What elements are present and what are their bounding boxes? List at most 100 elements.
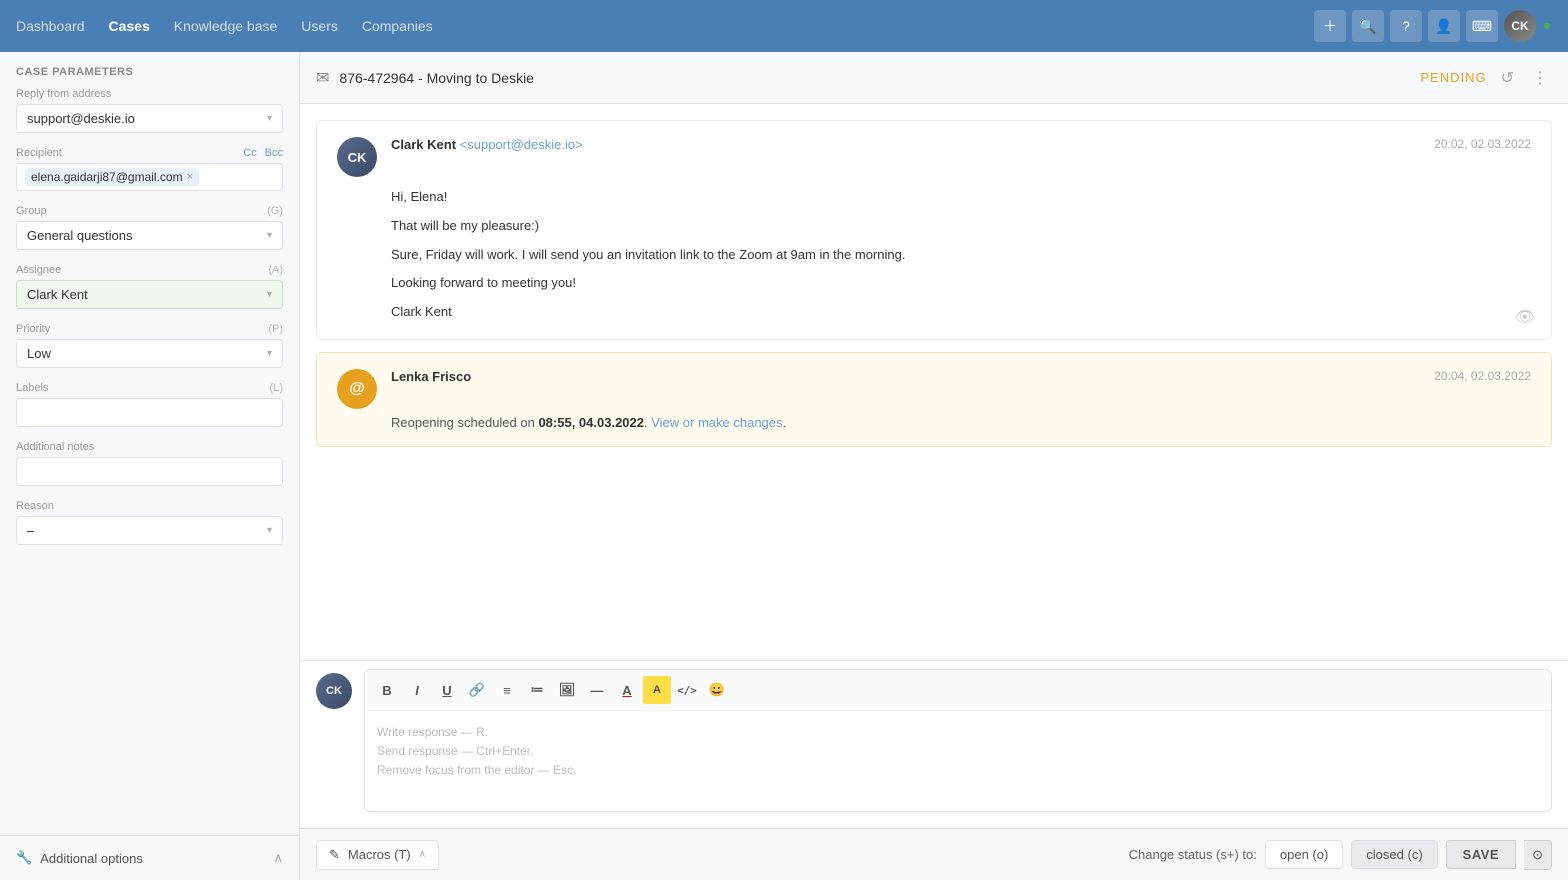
assignee-chevron: ▾	[267, 289, 272, 300]
editor-hint-3: Remove focus from the editor — Esc.	[377, 761, 1539, 780]
priority-label: Priority (P)	[16, 323, 283, 335]
case-detail-panel: ✉ 876-472964 - Moving to Deskie PENDING …	[300, 52, 1568, 880]
nav-users[interactable]: Users	[301, 14, 338, 38]
system-message-avatar: @	[337, 369, 377, 409]
open-status-button[interactable]: open (o)	[1265, 840, 1343, 869]
view-changes-link[interactable]: View or make changes	[651, 415, 782, 430]
email-icon: ✉	[316, 68, 329, 88]
editor-inner: B I U 🔗 ≡ ≔ 🖼 — A A </> 😀 Write	[364, 669, 1552, 812]
assignee-select[interactable]: Clark Kent ▾	[16, 280, 283, 309]
additional-notes-input[interactable]	[16, 457, 283, 486]
hr-button[interactable]: —	[583, 676, 611, 704]
bold-button[interactable]: B	[373, 676, 401, 704]
system-message-header: @ Lenka Frisco 20:04, 02.03.2022	[337, 369, 1531, 409]
nav-knowledge-base[interactable]: Knowledge base	[174, 14, 278, 38]
text-bg-button[interactable]: A	[643, 676, 671, 704]
reason-chevron: ▾	[267, 525, 272, 536]
collapse-icon: ∧	[273, 850, 283, 866]
person-icon[interactable]: 👤	[1428, 10, 1460, 42]
group-select[interactable]: General questions ▾	[16, 221, 283, 250]
nav-cases[interactable]: Cases	[109, 14, 150, 38]
editor-hint-1: Write response — R.	[377, 723, 1539, 742]
editor-area: CK B I U 🔗 ≡ ≔ 🖼 — A A </> 😀	[300, 660, 1568, 828]
history-icon[interactable]: ↺	[1497, 64, 1518, 92]
online-status-dot	[1542, 21, 1552, 31]
case-parameters-panel: Case Parameters Reply from address suppo…	[0, 52, 300, 880]
labels-label: Labels (L)	[16, 382, 283, 394]
nav-dashboard[interactable]: Dashboard	[16, 14, 85, 38]
message-time: 20:02, 02.03.2022	[1434, 137, 1531, 151]
underline-button[interactable]: U	[433, 676, 461, 704]
message-body: Hi, Elena! That will be my pleasure:) Su…	[337, 187, 1531, 323]
bcc-link[interactable]: Bcc	[265, 147, 283, 159]
editor-toolbar: B I U 🔗 ≡ ≔ 🖼 — A A </> 😀	[365, 670, 1551, 711]
reason-select[interactable]: – ▾	[16, 516, 283, 545]
more-options-icon[interactable]: ⋮	[1528, 64, 1552, 92]
save-button[interactable]: SAVE	[1446, 840, 1516, 869]
visibility-icon: 👁	[1515, 307, 1535, 327]
editor-content[interactable]: Write response — R. Send response — Ctrl…	[365, 711, 1551, 811]
reason-field-group: Reason – ▾	[16, 500, 283, 545]
list-button[interactable]: ≔	[523, 676, 551, 704]
case-header: ✉ 876-472964 - Moving to Deskie PENDING …	[300, 52, 1568, 104]
closed-status-button[interactable]: closed (c)	[1351, 840, 1437, 869]
labels-field-group: Labels (L)	[16, 382, 283, 427]
code-button[interactable]: </>	[673, 676, 701, 704]
macros-button[interactable]: ✎ Macros (T) ∧	[316, 840, 439, 870]
add-icon[interactable]: ＋	[1314, 10, 1346, 42]
reply-from-field-group: Reply from address support@deskie.io ▾	[16, 88, 283, 133]
case-parameters-header: Case Parameters	[0, 52, 299, 88]
recipient-tag-field[interactable]: elena.gaidarji87@gmail.com ×	[16, 163, 283, 191]
text-color-button[interactable]: A	[613, 676, 641, 704]
image-button[interactable]: 🖼	[553, 676, 581, 704]
remove-recipient-btn[interactable]: ×	[187, 171, 193, 183]
italic-button[interactable]: I	[403, 676, 431, 704]
align-button[interactable]: ≡	[493, 676, 521, 704]
editor-avatar: CK	[316, 673, 352, 709]
editor-wrapper: CK B I U 🔗 ≡ ≔ 🖼 — A A </> 😀	[316, 669, 1552, 812]
system-message-sender: Lenka Frisco	[391, 369, 471, 384]
search-icon[interactable]: 🔍	[1352, 10, 1384, 42]
top-nav-right: ＋ 🔍 ? 👤 ⌨ CK	[1314, 10, 1552, 42]
emoji-button[interactable]: 😀	[703, 676, 731, 704]
bottom-bar: ✎ Macros (T) ∧ Change status (s+) to: op…	[300, 828, 1568, 880]
cc-link[interactable]: Cc	[243, 147, 256, 159]
grid-icon[interactable]: ⌨	[1466, 10, 1498, 42]
main-content: Case Parameters Reply from address suppo…	[0, 52, 1568, 880]
status-actions: Change status (s+) to: open (o) closed (…	[1129, 840, 1552, 870]
macros-icon: ✎	[329, 847, 340, 863]
priority-select[interactable]: Low ▾	[16, 339, 283, 368]
system-message-time: 20:04, 02.03.2022	[1434, 369, 1531, 383]
additional-options-footer[interactable]: 🔧 Additional options ∧	[0, 835, 299, 880]
assignee-field-group: Assignee (A) Clark Kent ▾	[16, 264, 283, 309]
message-avatar: CK	[337, 137, 377, 177]
reply-from-select[interactable]: support@deskie.io ▾	[16, 104, 283, 133]
change-status-label: Change status (s+) to:	[1129, 847, 1257, 862]
help-icon[interactable]: ?	[1390, 10, 1422, 42]
link-button[interactable]: 🔗	[463, 676, 491, 704]
wrench-icon: 🔧	[16, 850, 32, 866]
save-arrow-icon: ⊙	[1532, 847, 1543, 863]
system-message-meta: Lenka Frisco	[391, 369, 1420, 384]
reply-from-chevron: ▾	[267, 113, 272, 124]
message-sender: Clark Kent <support@deskie.io>	[391, 137, 583, 152]
user-avatar[interactable]: CK	[1504, 10, 1536, 42]
group-field-group: Group (G) General questions ▾	[16, 205, 283, 250]
system-message-body: Reopening scheduled on 08:55, 04.03.2022…	[337, 415, 1531, 430]
avatar-image: CK	[1504, 10, 1536, 42]
nav-companies[interactable]: Companies	[362, 14, 433, 38]
save-dropdown-arrow[interactable]: ⊙	[1524, 840, 1552, 870]
system-message-card: @ Lenka Frisco 20:04, 02.03.2022 Reopeni…	[316, 352, 1552, 447]
editor-hint-2: Send response — Ctrl+Enter.	[377, 742, 1539, 761]
labels-input[interactable]	[16, 398, 283, 427]
status-badge: PENDING	[1420, 70, 1486, 85]
message-card: CK Clark Kent <support@deskie.io> 20:02,…	[316, 120, 1552, 340]
message-header: CK Clark Kent <support@deskie.io> 20:02,…	[337, 137, 1531, 177]
assignee-label: Assignee (A)	[16, 264, 283, 276]
group-chevron: ▾	[267, 230, 272, 241]
messages-area: CK Clark Kent <support@deskie.io> 20:02,…	[300, 104, 1568, 660]
case-title: 876-472964 - Moving to Deskie	[339, 70, 1410, 86]
macros-chevron: ∧	[419, 849, 426, 860]
macros-label: Macros (T)	[348, 847, 411, 862]
group-label: Group (G)	[16, 205, 283, 217]
